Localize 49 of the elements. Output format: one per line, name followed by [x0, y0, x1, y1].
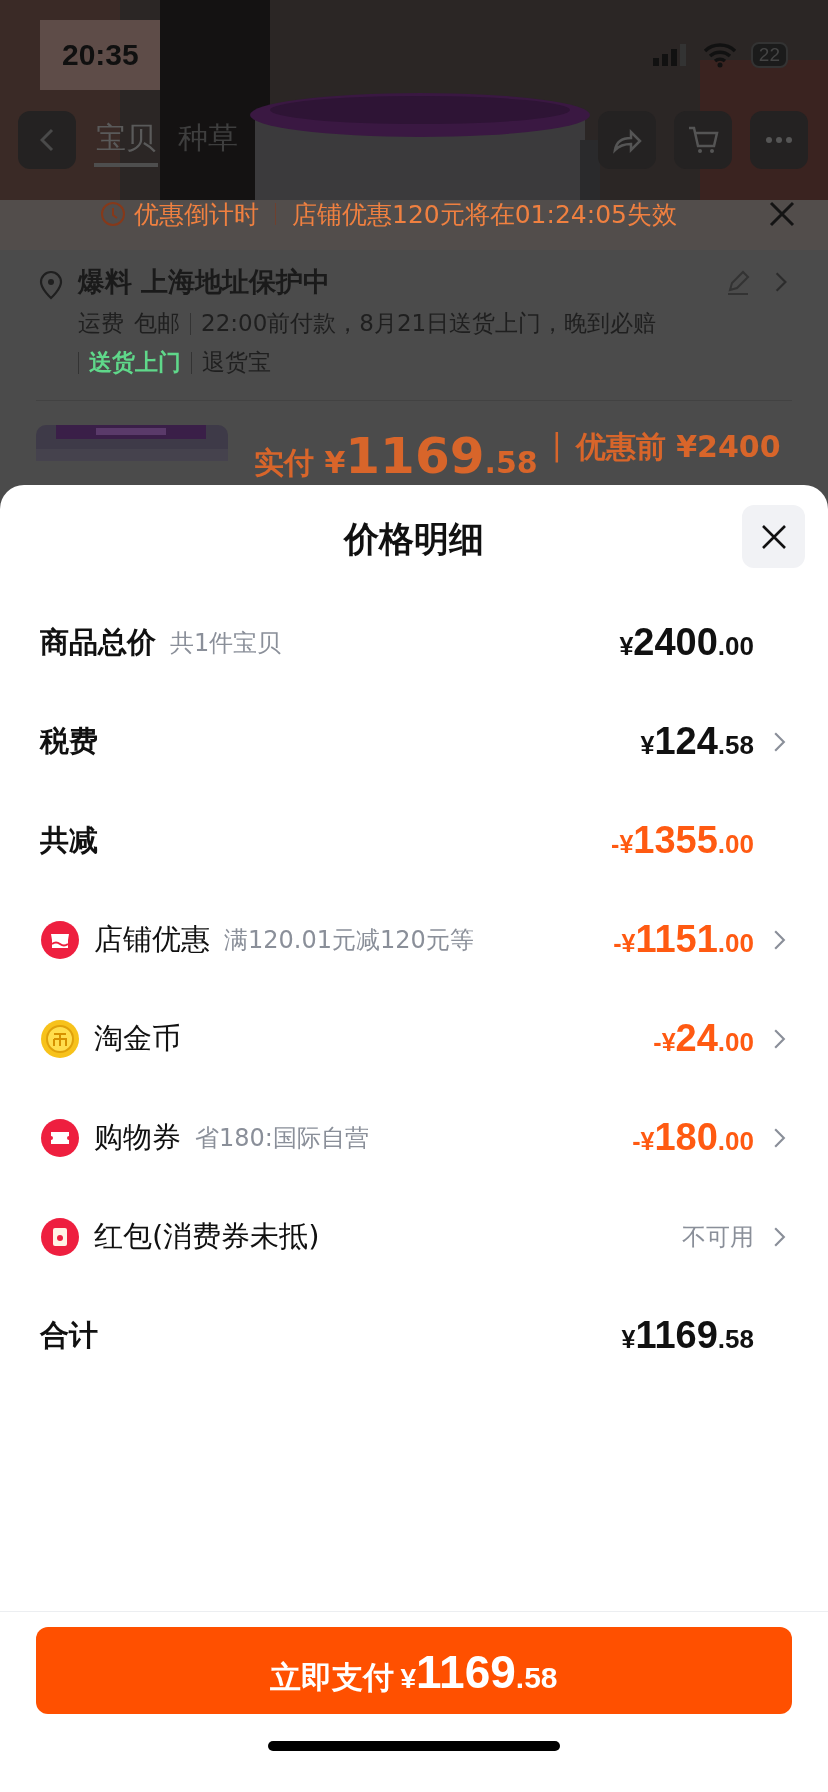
close-icon: [759, 522, 788, 551]
payment-summary: 实付 ¥1169.58: [254, 427, 538, 485]
original-price: 优惠前 ¥2400: [575, 428, 781, 466]
ticket-icon: [40, 1117, 80, 1158]
row-note: 满120.01元减120元等: [224, 924, 474, 956]
chevron-icon: [774, 271, 788, 293]
chevron-icon: [773, 730, 786, 753]
amount: -¥1355.00: [611, 819, 754, 862]
row-note: 共1件宝贝: [170, 627, 282, 659]
row-label: 店铺优惠: [94, 920, 210, 958]
more-icon: [765, 136, 793, 144]
coin-icon: [40, 1018, 80, 1059]
status-time: 20:35: [62, 38, 139, 72]
service-tag: 送货上门: [89, 347, 181, 378]
close-button[interactable]: [742, 505, 805, 568]
row-label: 合计: [40, 1316, 98, 1354]
shop-icon: [40, 919, 80, 960]
row-label: 红包(消费券未抵): [94, 1217, 320, 1255]
clock-icon: [100, 201, 126, 227]
pay-button[interactable]: 立即支付 ¥1169.58: [36, 1627, 792, 1714]
row-status: 不可用: [682, 1221, 754, 1253]
amount: -¥1151.00: [613, 918, 754, 961]
back-icon: [40, 128, 54, 152]
amount: ¥2400.00: [619, 621, 754, 664]
amount: -¥180.00: [632, 1116, 754, 1159]
chevron-icon: [773, 928, 786, 951]
wifi-icon: [702, 42, 737, 68]
countdown-message: 店铺优惠120元将在01:24:05失效: [292, 198, 677, 231]
countdown-label: 优惠倒计时: [134, 198, 259, 231]
chevron-icon: [773, 1225, 786, 1248]
row-label: 共减: [40, 821, 98, 859]
share-button[interactable]: [598, 111, 656, 169]
cart-button[interactable]: [674, 111, 732, 169]
row-label: 税费: [40, 722, 98, 760]
separator: |: [551, 427, 562, 462]
row-note: 省180:国际自营: [195, 1122, 369, 1154]
chevron-icon: [773, 1027, 786, 1050]
chevron-icon: [773, 1126, 786, 1149]
envelope-icon: [40, 1216, 80, 1257]
more-button[interactable]: [750, 111, 808, 169]
signal-icon: [652, 44, 689, 66]
sheet-title: 价格明细: [344, 517, 484, 561]
back-button[interactable]: [18, 111, 76, 169]
amount: ¥1169.58: [621, 1314, 754, 1357]
row-label: 购物券: [94, 1118, 181, 1156]
row-label: 商品总价: [40, 623, 156, 661]
row-label: 淘金币: [94, 1019, 181, 1057]
amount: -¥24.00: [653, 1017, 754, 1060]
amount: ¥124.58: [640, 720, 754, 763]
